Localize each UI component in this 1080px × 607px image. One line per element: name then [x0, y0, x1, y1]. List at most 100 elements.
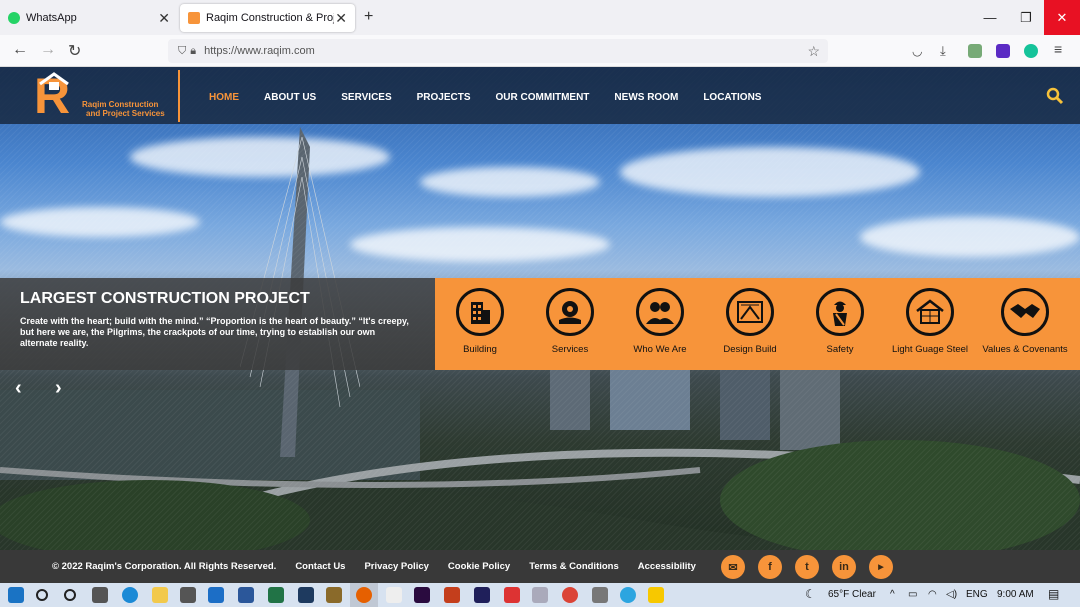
- clock[interactable]: 9:00 AM: [997, 589, 1034, 600]
- notification-icon[interactable]: ▤: [1048, 587, 1059, 601]
- linkedin-icon[interactable]: in: [832, 555, 856, 579]
- weather-text[interactable]: 65°F Clear: [828, 589, 876, 600]
- battery-icon[interactable]: ▭: [908, 589, 917, 600]
- wifi-icon[interactable]: ◠: [928, 589, 937, 600]
- chrome-icon[interactable]: [562, 587, 578, 603]
- main-menu: HOME ABOUT US SERVICES PROJECTS OUR COMM…: [209, 92, 786, 103]
- tab-title: WhatsApp: [26, 12, 77, 24]
- task-view-icon[interactable]: [92, 587, 108, 603]
- notepad-icon[interactable]: [386, 587, 402, 603]
- footer-link-accessibility[interactable]: Accessibility: [638, 561, 696, 572]
- feature-label: Who We Are: [633, 344, 687, 355]
- site-header: R Raqim Construction and Project Service…: [0, 67, 1080, 124]
- feature-safety[interactable]: Safety: [795, 288, 885, 355]
- logo-text: Raqim Construction and Project Services: [82, 100, 165, 118]
- back-icon[interactable]: ←: [12, 41, 28, 59]
- forward-icon[interactable]: →: [40, 41, 56, 59]
- feature-design-build[interactable]: Design Build: [705, 288, 795, 355]
- facebook-icon[interactable]: f: [758, 555, 782, 579]
- minimize-button[interactable]: —: [972, 0, 1008, 35]
- logo-line1: Raqim Construction: [82, 100, 159, 109]
- new-tab-button[interactable]: +: [364, 8, 373, 26]
- menu-home[interactable]: HOME: [209, 92, 239, 103]
- shield-icon[interactable]: ⛉: [178, 45, 186, 58]
- volume-icon[interactable]: ◁): [946, 589, 957, 600]
- menu-our-commitment[interactable]: OUR COMMITMENT: [496, 92, 590, 103]
- telegram-icon[interactable]: [620, 587, 636, 603]
- feature-label: Light Guage Steel: [891, 344, 969, 355]
- store-icon[interactable]: [180, 587, 196, 603]
- mail-icon[interactable]: [208, 587, 224, 603]
- people-icon: [636, 288, 684, 336]
- menu-projects[interactable]: PROJECTS: [417, 92, 471, 103]
- sticky-notes-icon[interactable]: [648, 587, 664, 603]
- footer-link-terms[interactable]: Terms & Conditions: [529, 561, 619, 572]
- url-text: https://www.raqim.com: [204, 45, 315, 57]
- cortana-icon[interactable]: [64, 589, 76, 601]
- lock-icon[interactable]: 🔒︎: [190, 45, 196, 58]
- menu-news-room[interactable]: NEWS ROOM: [614, 92, 678, 103]
- photoshop-icon[interactable]: [298, 587, 314, 603]
- address-bar[interactable]: ⛉ 🔒︎ https://www.raqim.com ☆: [168, 39, 828, 63]
- premiere-icon[interactable]: [414, 587, 430, 603]
- moon-weather-icon[interactable]: ☾: [805, 587, 816, 601]
- windows-start-icon[interactable]: [8, 587, 24, 603]
- after-effects-icon[interactable]: [474, 587, 490, 603]
- tab-title: Raqim Construction & Project S: [206, 12, 334, 24]
- reload-icon[interactable]: ↻: [68, 41, 81, 61]
- hero-text: Create with the heart; build with the mi…: [20, 316, 409, 348]
- download-icon[interactable]: ⤓: [940, 43, 946, 59]
- powerpoint-icon[interactable]: [444, 587, 460, 603]
- tab-raqim[interactable]: Raqim Construction & Project S ✕: [180, 4, 355, 32]
- grammarly-icon[interactable]: [1024, 44, 1038, 58]
- extension-icon[interactable]: [968, 44, 982, 58]
- search-icon[interactable]: [1046, 87, 1064, 105]
- extension-icon[interactable]: [996, 44, 1010, 58]
- footer-link-cookie-policy[interactable]: Cookie Policy: [448, 561, 510, 572]
- site-logo[interactable]: R Raqim Construction and Project Service…: [30, 70, 180, 122]
- youtube-icon[interactable]: ▶: [869, 555, 893, 579]
- feature-light-guage-steel[interactable]: Light Guage Steel: [885, 288, 975, 355]
- app-icon[interactable]: [326, 587, 342, 603]
- slider-next-button[interactable]: ›: [55, 377, 62, 400]
- tab-whatsapp[interactable]: WhatsApp ✕: [0, 4, 178, 32]
- menu-locations[interactable]: LOCATIONS: [703, 92, 761, 103]
- close-tab-icon[interactable]: ✕: [335, 10, 347, 27]
- site-footer: © 2022 Raqim's Corporation. All Rights R…: [0, 550, 1080, 583]
- file-explorer-icon[interactable]: [152, 587, 168, 603]
- footer-link-contact-us[interactable]: Contact Us: [295, 561, 345, 572]
- app-icon[interactable]: [532, 587, 548, 603]
- feature-who-we-are[interactable]: Who We Are: [615, 288, 705, 355]
- excel-icon[interactable]: [268, 587, 284, 603]
- bookmark-star-icon[interactable]: ☆: [807, 43, 820, 60]
- twitter-icon[interactable]: t: [795, 555, 819, 579]
- pdf-icon[interactable]: [504, 587, 520, 603]
- menu-about-us[interactable]: ABOUT US: [264, 92, 316, 103]
- restore-button[interactable]: ❐: [1008, 0, 1044, 35]
- email-icon[interactable]: ✉: [721, 555, 745, 579]
- edge-icon[interactable]: [122, 587, 138, 603]
- footer-link-privacy-policy[interactable]: Privacy Policy: [364, 561, 428, 572]
- feature-values-covenants[interactable]: Values & Covenants: [975, 288, 1075, 355]
- handshake-icon: [1001, 288, 1049, 336]
- search-icon[interactable]: [36, 589, 48, 601]
- menu-icon[interactable]: ≡: [1054, 41, 1062, 57]
- building-icon: [456, 288, 504, 336]
- pocket-icon[interactable]: ◡: [912, 44, 922, 58]
- feature-services[interactable]: Services: [525, 288, 615, 355]
- house-icon: [39, 72, 69, 90]
- feature-building[interactable]: Building: [435, 288, 525, 355]
- tray-chevron-icon[interactable]: ^: [890, 589, 895, 600]
- whatsapp-icon: [8, 12, 20, 24]
- language-indicator[interactable]: ENG: [966, 589, 988, 600]
- calculator-icon[interactable]: [592, 587, 608, 603]
- close-tab-icon[interactable]: ✕: [158, 10, 170, 27]
- slider-prev-button[interactable]: ‹: [15, 377, 22, 400]
- menu-services[interactable]: SERVICES: [341, 92, 391, 103]
- word-icon[interactable]: [238, 587, 254, 603]
- window-close-button[interactable]: ✕: [1044, 0, 1080, 35]
- feature-label: Building: [463, 344, 497, 355]
- copyright-text: © 2022 Raqim's Corporation. All Rights R…: [52, 561, 277, 572]
- raqim-favicon-icon: [188, 12, 200, 24]
- feature-label: Safety: [826, 344, 854, 355]
